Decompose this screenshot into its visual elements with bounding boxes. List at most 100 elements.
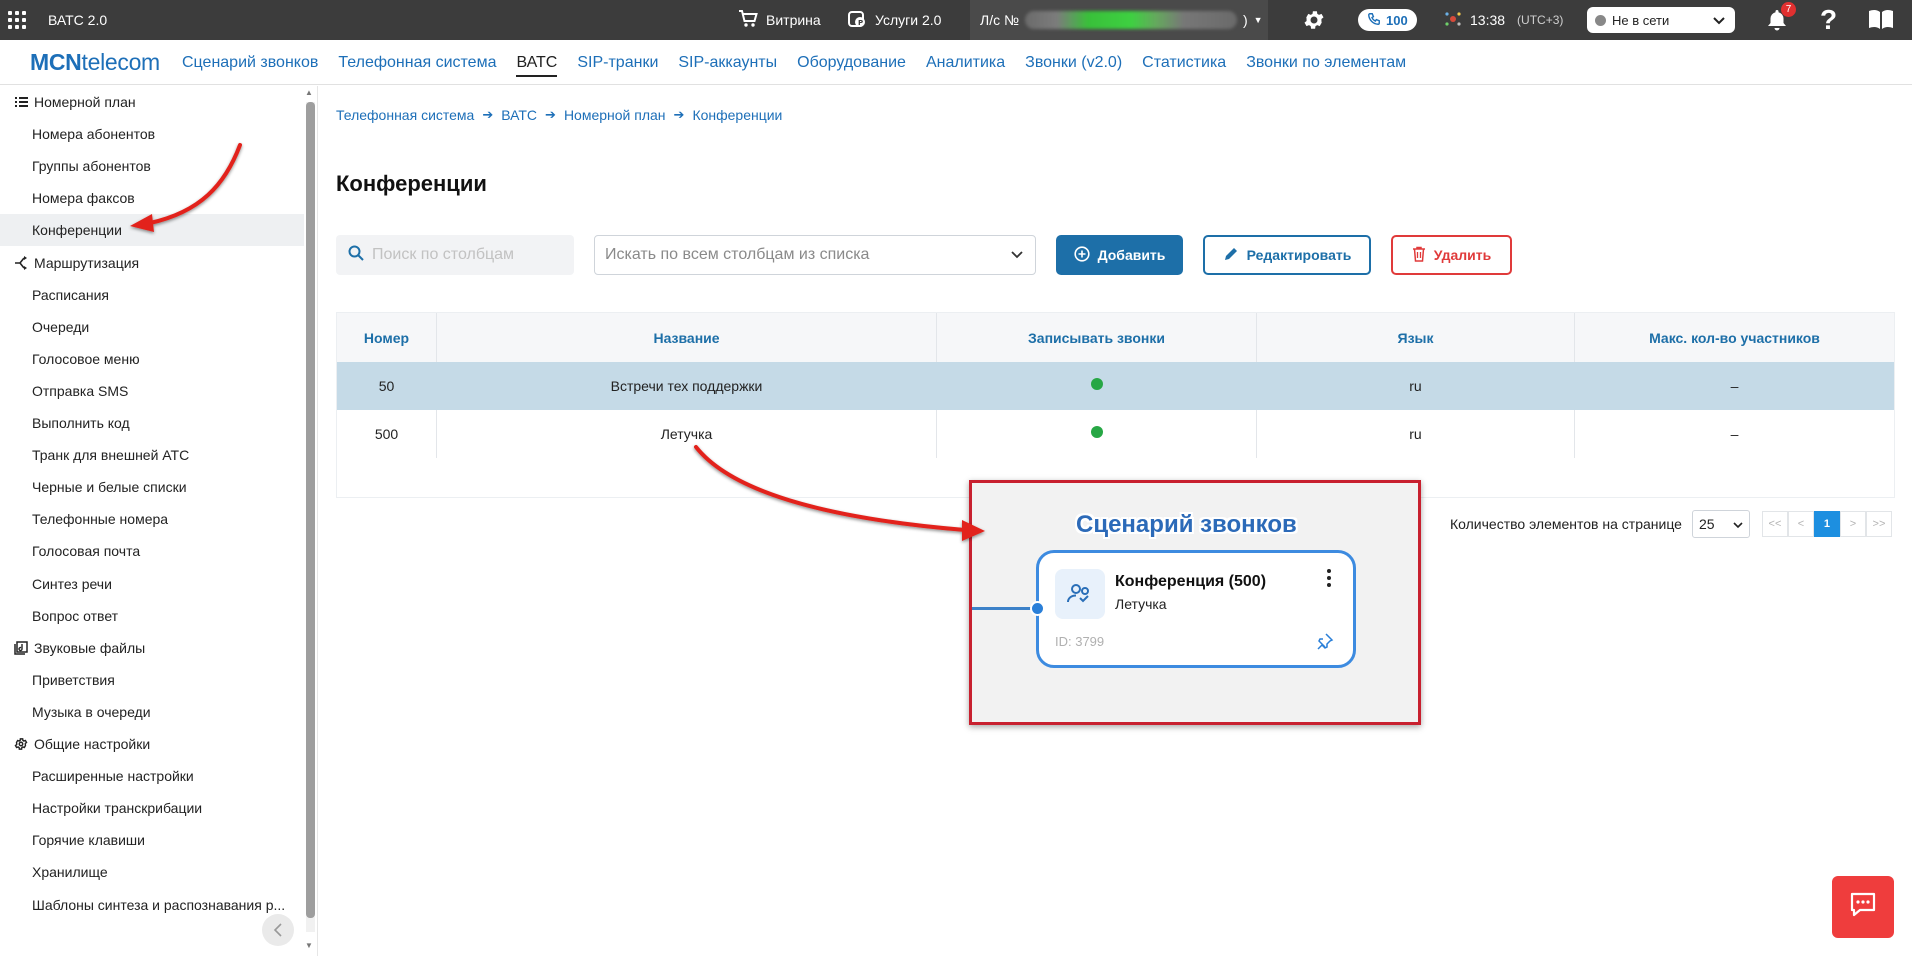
conference-node-card[interactable]: Конференция (500) Летучка ID: 3799 bbox=[1036, 550, 1356, 668]
sidebar-item[interactable]: Расписания bbox=[0, 279, 304, 311]
sidebar-item[interactable]: Хранилище bbox=[0, 856, 304, 888]
sidebar-item-label: Группы абонентов bbox=[32, 158, 151, 175]
table-row[interactable]: 500 Летучка ru – bbox=[337, 410, 1894, 458]
nav-item[interactable]: Сценарий звонков bbox=[182, 40, 318, 85]
nav-item[interactable]: SIP-аккаунты bbox=[678, 40, 777, 85]
more-vertical-icon[interactable] bbox=[1324, 569, 1334, 589]
time-value: 13:38 bbox=[1470, 12, 1506, 28]
sidebar-item-label: Очереди bbox=[32, 318, 90, 335]
services-link[interactable]: P Услуги 2.0 bbox=[847, 0, 941, 40]
sidebar-item[interactable]: Номера абонентов bbox=[0, 118, 304, 150]
add-button[interactable]: Добавить bbox=[1056, 235, 1183, 275]
scrollbar-thumb[interactable] bbox=[306, 102, 315, 918]
delete-button[interactable]: Удалить bbox=[1391, 235, 1512, 275]
status-select[interactable]: Не в сети bbox=[1587, 7, 1735, 33]
nav-item[interactable]: Оборудование bbox=[797, 40, 906, 85]
sidebar-item[interactable]: Телефонные номера bbox=[0, 503, 304, 535]
chat-support-button[interactable] bbox=[1832, 876, 1894, 938]
column-header-name[interactable]: Название bbox=[437, 313, 937, 362]
per-page-select[interactable]: 25 bbox=[1691, 510, 1750, 538]
column-header-language[interactable]: Язык bbox=[1257, 313, 1575, 362]
sidebar-item[interactable]: Настройки транскрибации bbox=[0, 792, 304, 824]
edit-button[interactable]: Редактировать bbox=[1203, 235, 1371, 275]
cell-name: Летучка bbox=[437, 410, 937, 458]
sidebar-group[interactable]: Общие настройки bbox=[0, 728, 304, 760]
sidebar-group[interactable]: Номерной план bbox=[0, 86, 304, 118]
node-id: ID: 3799 bbox=[1055, 634, 1105, 649]
sidebar-item[interactable]: Голосовое меню bbox=[0, 343, 304, 375]
conference-group-icon bbox=[1055, 569, 1105, 619]
per-page-value: 25 bbox=[1698, 516, 1715, 532]
nav-item[interactable]: Телефонная система bbox=[338, 40, 496, 85]
apps-grid-icon[interactable] bbox=[8, 0, 32, 40]
page-prev-button[interactable]: < bbox=[1787, 511, 1814, 537]
column-header-record[interactable]: Записывать звонки bbox=[937, 313, 1257, 362]
column-filter-select[interactable]: Искать по всем столбцам из списка bbox=[594, 235, 1036, 275]
column-header-number[interactable]: Номер bbox=[337, 313, 437, 362]
brand-logo[interactable]: MCNtelecom bbox=[30, 49, 160, 76]
search-input[interactable] bbox=[372, 246, 562, 264]
call-scenario-callout: Сценарий звонков Конференция (500) Летуч… bbox=[969, 480, 1421, 725]
connector-dot[interactable] bbox=[1030, 601, 1045, 616]
sidebar-item[interactable]: Номера факсов bbox=[0, 182, 304, 214]
help-icon[interactable]: ? bbox=[1820, 0, 1837, 40]
conferences-table: Номер Название Записывать звонки Язык Ма… bbox=[336, 312, 1895, 498]
sidebar-item-label: Приветствия bbox=[32, 671, 115, 688]
sidebar-item[interactable]: Горячие клавиши bbox=[0, 824, 304, 856]
nav-item[interactable]: Звонки (v2.0) bbox=[1025, 40, 1122, 85]
page-current-button[interactable]: 1 bbox=[1813, 511, 1840, 537]
sidebar-item[interactable]: Музыка в очереди bbox=[0, 696, 304, 728]
shop-link[interactable]: Витрина bbox=[738, 0, 821, 40]
sidebar-item[interactable]: Очереди bbox=[0, 311, 304, 343]
pin-icon[interactable] bbox=[1316, 632, 1334, 655]
phone-icon bbox=[1367, 12, 1381, 29]
sidebar-item[interactable]: Голосовая почта bbox=[0, 535, 304, 567]
sidebar-item[interactable]: Черные и белые списки bbox=[0, 471, 304, 503]
sidebar-item[interactable]: Шаблоны синтеза и распознавания р... bbox=[0, 889, 304, 921]
account-number-redacted bbox=[1025, 11, 1237, 29]
sidebar-item[interactable]: Расширенные настройки bbox=[0, 760, 304, 792]
page-last-button[interactable]: >> bbox=[1865, 511, 1892, 537]
sidebar-item[interactable]: Группы абонентов bbox=[0, 150, 304, 182]
sidebar-item[interactable]: Выполнить код bbox=[0, 407, 304, 439]
column-header-max-participants[interactable]: Макс. кол-во участников bbox=[1575, 313, 1894, 362]
page-next-button[interactable]: > bbox=[1839, 511, 1866, 537]
account-selector[interactable]: Л/с № ) ▼ bbox=[970, 0, 1268, 40]
sidebar-item[interactable]: Приветствия bbox=[0, 664, 304, 696]
search-box[interactable] bbox=[336, 235, 574, 275]
sidebar-item-label: Отправка SMS bbox=[32, 382, 129, 399]
page-first-button[interactable]: << bbox=[1761, 511, 1788, 537]
cell-number: 50 bbox=[378, 378, 395, 394]
sidebar-item[interactable]: Транк для внешней АТС bbox=[0, 439, 304, 471]
active-calls-badge[interactable]: 100 bbox=[1358, 9, 1417, 31]
scroll-up-arrow-icon[interactable]: ▲ bbox=[305, 88, 313, 97]
sidebar-item[interactable]: Конференции bbox=[0, 214, 304, 247]
settings-gear-icon[interactable] bbox=[1302, 0, 1326, 40]
nav-item[interactable]: Статистика bbox=[1142, 40, 1226, 85]
chevron-down-icon bbox=[1713, 13, 1725, 28]
nav-item[interactable]: SIP-транки bbox=[577, 40, 658, 85]
sidebar-item[interactable]: Вопрос ответ bbox=[0, 600, 304, 632]
breadcrumb-item[interactable]: ВАТС bbox=[501, 107, 537, 123]
nav-item[interactable]: Звонки по элементам bbox=[1246, 40, 1406, 85]
sidebar-group[interactable]: Маршрутизация bbox=[0, 247, 304, 279]
list-icon bbox=[12, 96, 30, 108]
docs-book-icon[interactable] bbox=[1868, 0, 1894, 40]
cell-record bbox=[937, 362, 1257, 410]
nav-item[interactable]: Аналитика bbox=[926, 40, 1005, 85]
breadcrumb-item[interactable]: Конференции bbox=[692, 107, 782, 123]
sidebar-item[interactable]: Синтез речи bbox=[0, 568, 304, 600]
breadcrumb-item[interactable]: Телефонная система bbox=[336, 107, 474, 123]
scroll-down-arrow-icon[interactable]: ▼ bbox=[305, 941, 313, 950]
sidebar-scrollbar[interactable] bbox=[306, 102, 315, 932]
sidebar-item[interactable]: Отправка SMS bbox=[0, 375, 304, 407]
notifications-bell-icon[interactable]: 7 bbox=[1766, 0, 1796, 40]
nav-item[interactable]: ВАТС bbox=[516, 40, 557, 85]
status-value: Не в сети bbox=[1612, 12, 1670, 28]
sidebar-group[interactable]: Звуковые файлы bbox=[0, 632, 304, 664]
table-row[interactable]: 50 Встречи тех поддержки ru – bbox=[337, 362, 1894, 410]
callout-title: Сценарий звонков bbox=[1076, 511, 1297, 538]
pagination: Количество элементов на странице 25 << <… bbox=[1450, 510, 1892, 538]
sidebar-item-label: Голосовая почта bbox=[32, 543, 141, 560]
breadcrumb-item[interactable]: Номерной план bbox=[564, 107, 666, 123]
